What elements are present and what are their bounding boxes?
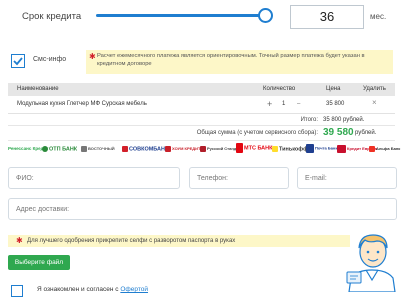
bank-name: Альфа Банк [376,146,401,152]
product-name: Модульная кухня Глетчер МФ Сурская мебел… [17,101,147,107]
bank-name: ХОУМ КРЕДИТ [172,146,201,152]
sum-currency: рублей. [355,130,377,136]
credit-term-slider-thumb[interactable] [258,8,273,23]
alfa-mark-icon [369,146,375,152]
bank-logo-renaissance: Ренессанс Кредит [8,146,48,152]
asterisk-icon: ✱ [89,52,96,61]
credit-term-label: Срок кредита [22,11,82,22]
bank-logo-home-credit: ХОУМ КРЕДИТ [165,146,200,152]
credit-term-slider-track[interactable] [96,14,266,17]
column-delete: Удалить [363,86,386,92]
sms-info-label: Смс-инфо [33,56,67,63]
offer-link[interactable]: Офертой [120,286,148,293]
payment-notice: ✱ Расчет ежемесячного платежа является о… [86,50,393,74]
agree-checkbox[interactable] [11,285,23,297]
address-field[interactable]: Адрес доставки: [8,198,397,220]
column-price: Цена [326,86,341,92]
column-qty: Количество [263,86,296,92]
bank-logo-vostochny: ВОСТОЧНЫЙ [81,146,115,152]
fio-field[interactable]: ФИО: [8,167,180,189]
total-label: Итого: [300,117,318,123]
plus-icon[interactable]: + [267,99,272,109]
home-credit-mark-icon [165,146,171,152]
credit-term-input[interactable]: 36 [290,5,364,29]
bank-name: Почта Банк [315,145,338,151]
cart-table-header: Наименование Количество Цена Удалить [8,83,395,96]
checkmark-icon [13,57,23,66]
product-qty[interactable]: 1 [282,101,285,107]
passport-notice: ✱ Для лучшего одобрения прикрепите селфи… [8,235,350,247]
bank-name: СОВКОМБАНК [129,146,169,153]
payment-notice-text: Расчет ежемесячного платежа является ори… [97,53,365,67]
column-name: Наименование [17,86,59,92]
pochta-mark-icon [306,144,314,153]
bank-name: ОТП БАНК [49,146,78,153]
vostochny-mark-icon [81,146,87,152]
credit-europe-mark-icon [337,145,346,153]
sms-info-checkbox[interactable] [11,54,25,68]
bank-logos: Ренессанс Кредит ОТП БАНК ВОСТОЧНЫЙ СОВК… [8,143,400,158]
bank-name: Тинькофф [279,146,308,153]
bank-logo-sovcombank: СОВКОМБАНК [122,146,168,152]
email-field[interactable]: E-mail: [297,167,397,189]
phone-field[interactable]: Телефон: [189,167,289,189]
mascot-icon [343,226,401,293]
divider [8,140,395,141]
delete-icon[interactable]: × [372,98,377,107]
total-value: 35 800 рублей. [323,117,365,123]
bank-logo-alfa: Альфа Банк [369,146,400,152]
bank-logo-otp: ОТП БАНК [42,146,77,152]
bank-logo-mts: МТС БАНК [236,143,273,153]
agreement-label: Я ознакомлен и согласен с [37,286,121,293]
bank-logo-pochta: Почта Банк [306,144,337,153]
credit-term-unit: мес. [370,12,387,21]
choose-file-button[interactable]: Выберите файл [8,255,70,270]
bank-name: ВОСТОЧНЫЙ [88,146,115,152]
tinkoff-mark-icon [272,146,278,152]
passport-notice-text: Для лучшего одобрения прикрепите селфи с… [27,238,236,244]
table-row: Модульная кухня Глетчер МФ Сурская мебел… [8,96,395,114]
bank-name: МТС БАНК [244,145,273,152]
russian-standard-mark-icon [200,146,206,152]
mts-mark-icon [236,143,243,153]
divider [8,125,395,126]
sum-label: Общая сумма (с учетом сервисного сбора): [196,130,318,136]
asterisk-icon: ✱ [16,236,23,245]
otp-mark-icon [42,146,48,152]
product-price: 35 800 [326,101,345,107]
sum-value: 39 580 [323,127,354,138]
sovcombank-mark-icon [122,146,128,152]
bank-logo-tinkoff: Тинькофф [272,146,308,152]
minus-icon[interactable]: – [297,101,300,107]
agreement-text: Я ознакомлен и согласен с Офертой [37,286,148,293]
